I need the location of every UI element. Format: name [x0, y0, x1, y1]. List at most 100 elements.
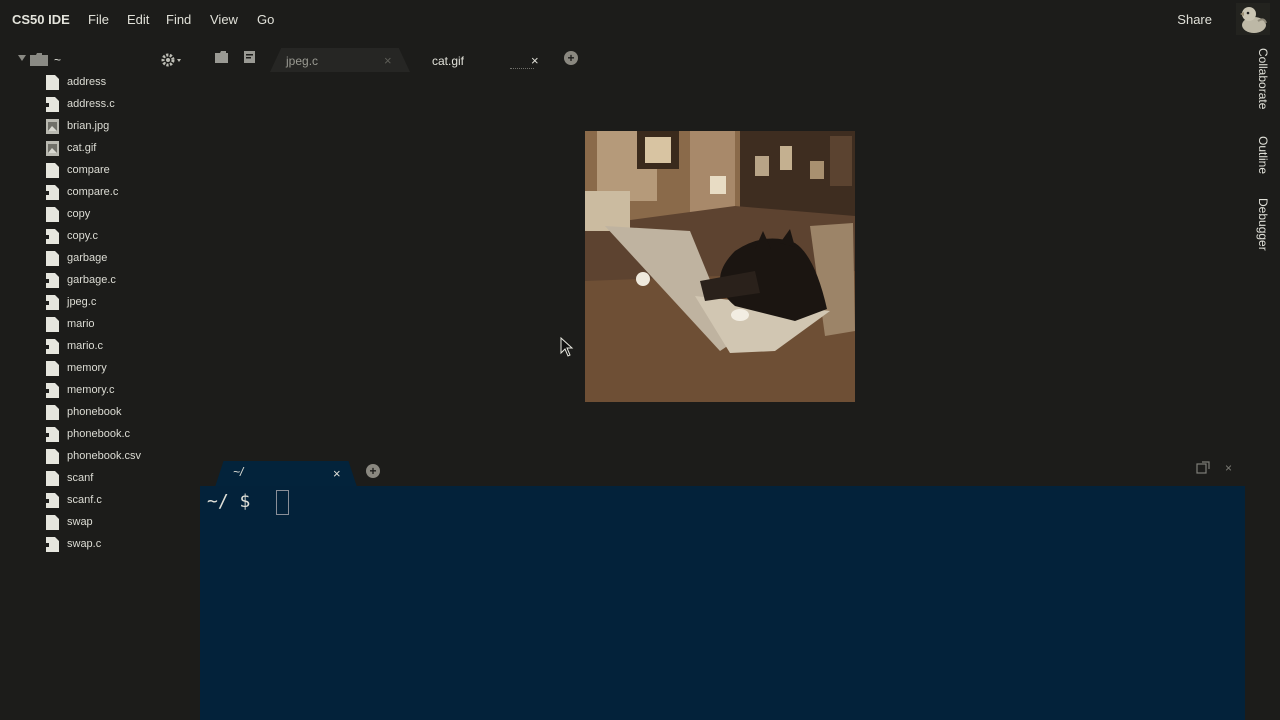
c-file-icon: [46, 427, 59, 442]
file-tree-item[interactable]: mario.c: [0, 336, 200, 358]
file-name: jpeg.c: [67, 296, 97, 308]
terminal-pane[interactable]: [200, 486, 1245, 720]
cat-image: [585, 131, 855, 402]
image-file-icon: [46, 119, 59, 134]
c-file-icon: [46, 339, 59, 354]
file-tree: address address.c brian.jpg cat.gif compare c…: [0, 72, 200, 556]
file-tree-item[interactable]: phonebook: [0, 402, 200, 424]
file-tree-item[interactable]: compare.c: [0, 182, 200, 204]
file-icon: [46, 163, 59, 178]
tab-jpeg-c[interactable]: jpeg.c ×: [270, 48, 410, 72]
file-icon: [46, 207, 59, 222]
collaborate-tab[interactable]: Collaborate: [1256, 48, 1270, 109]
file-tree-item[interactable]: swap.c: [0, 534, 200, 556]
mouse-pointer-icon: [560, 337, 574, 357]
file-name: scanf: [67, 472, 94, 484]
duck-avatar-icon[interactable]: [1236, 3, 1270, 35]
file-name: address: [67, 76, 107, 88]
file-name: phonebook.csv: [67, 450, 141, 462]
menu-edit[interactable]: Edit: [127, 12, 149, 27]
file-name: memory.c: [67, 384, 115, 396]
file-tree-item[interactable]: phonebook.c: [0, 424, 200, 446]
collapse-arrow-icon[interactable]: [18, 55, 26, 61]
file-name: garbage.c: [67, 274, 116, 286]
terminal-cursor[interactable]: [276, 490, 289, 515]
file-name: swap.c: [67, 538, 102, 550]
editor-toolbar-icons: [215, 51, 255, 63]
file-name: phonebook: [67, 406, 122, 418]
new-terminal-button[interactable]: +: [366, 464, 380, 478]
terminal-prompt: ~/ $: [207, 491, 262, 512]
gear-icon[interactable]: [160, 52, 184, 68]
close-icon[interactable]: ×: [333, 466, 341, 481]
menu-go[interactable]: Go: [257, 12, 274, 27]
image-file-icon: [46, 141, 59, 156]
file-name: mario: [67, 318, 95, 330]
file-tree-item[interactable]: address.c: [0, 94, 200, 116]
file-tree-item[interactable]: copy.c: [0, 226, 200, 248]
file-icon: [46, 515, 59, 530]
file-name: scanf.c: [67, 494, 102, 506]
menu-find[interactable]: Find: [166, 12, 191, 27]
new-tab-button[interactable]: +: [564, 51, 578, 65]
file-tree-item[interactable]: scanf.c: [0, 490, 200, 512]
file-icon: [46, 361, 59, 376]
file-name: address.c: [67, 98, 115, 110]
tab-cat-gif[interactable]: cat.gif ×: [418, 48, 552, 72]
terminal-tab-label[interactable]: ~/: [233, 465, 243, 479]
c-file-icon: [46, 537, 59, 552]
close-panel-icon[interactable]: ×: [1225, 461, 1232, 475]
share-button[interactable]: Share: [1177, 12, 1212, 27]
file-tree-item[interactable]: copy: [0, 204, 200, 226]
file-tree-item[interactable]: garbage: [0, 248, 200, 270]
folder-icon: [30, 53, 48, 66]
file-tree-item[interactable]: phonebook.csv: [0, 446, 200, 468]
file-name: compare: [67, 164, 110, 176]
debugger-tab[interactable]: Debugger: [1256, 198, 1270, 251]
file-name: copy.c: [67, 230, 98, 242]
folder-icon: [215, 51, 228, 63]
file-name: mario.c: [67, 340, 104, 352]
terminal-tab-bar: [200, 460, 1245, 486]
file-tree-item[interactable]: address: [0, 72, 200, 94]
c-file-icon: [46, 97, 59, 112]
file-name: garbage: [67, 252, 108, 264]
file-name: brian.jpg: [67, 120, 110, 132]
maximize-panel-icon[interactable]: [1196, 461, 1210, 474]
file-icon: [46, 75, 59, 90]
file-tree-item[interactable]: compare: [0, 160, 200, 182]
document-icon: [244, 51, 255, 63]
file-tree-item[interactable]: swap: [0, 512, 200, 534]
file-tree-item[interactable]: memory: [0, 358, 200, 380]
file-tree-item[interactable]: jpeg.c: [0, 292, 200, 314]
file-icon: [46, 405, 59, 420]
file-name: copy: [67, 208, 91, 220]
tab-label: jpeg.c: [286, 54, 319, 68]
file-icon: [46, 317, 59, 332]
menu-view[interactable]: View: [210, 12, 238, 27]
outline-tab[interactable]: Outline: [1256, 136, 1270, 174]
tab-divider: [510, 68, 534, 69]
ide-brand[interactable]: CS50 IDE: [12, 12, 70, 27]
gif-preview-image: [585, 131, 855, 402]
file-tree-item[interactable]: cat.gif: [0, 138, 200, 160]
file-name: phonebook.c: [67, 428, 130, 440]
c-file-icon: [46, 295, 59, 310]
c-file-icon: [46, 383, 59, 398]
file-name: compare.c: [67, 186, 119, 198]
file-tree-item[interactable]: garbage.c: [0, 270, 200, 292]
workspace-root-label[interactable]: ~: [54, 53, 61, 67]
file-tree-item[interactable]: brian.jpg: [0, 116, 200, 138]
menu-file[interactable]: File: [88, 12, 109, 27]
tab-label: cat.gif: [432, 54, 465, 68]
c-file-icon: [46, 493, 59, 508]
close-icon[interactable]: ×: [531, 53, 539, 68]
c-file-icon: [46, 273, 59, 288]
file-icon: [46, 251, 59, 266]
c-file-icon: [46, 185, 59, 200]
file-tree-item[interactable]: scanf: [0, 468, 200, 490]
file-tree-item[interactable]: mario: [0, 314, 200, 336]
close-icon[interactable]: ×: [384, 53, 392, 68]
file-name: memory: [67, 362, 107, 374]
file-tree-item[interactable]: memory.c: [0, 380, 200, 402]
